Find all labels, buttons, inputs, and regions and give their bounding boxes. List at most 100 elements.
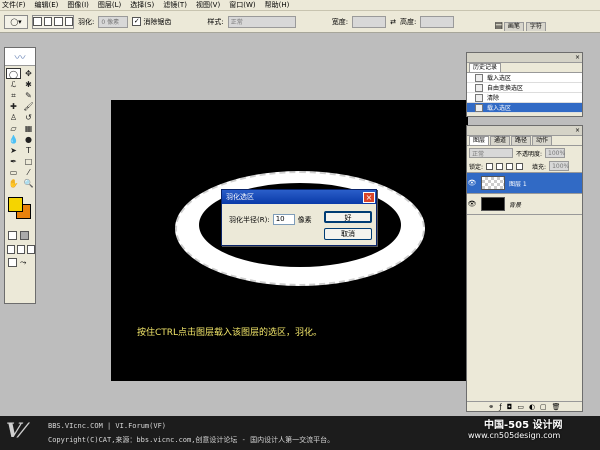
watermark-title: 中国-505 设计网 [484, 420, 563, 431]
lock-all-icon[interactable] [516, 162, 524, 170]
eyedropper-icon[interactable]: ⁄ [21, 167, 36, 178]
trash-icon[interactable]: 🗑 [552, 402, 561, 411]
blend-mode-select[interactable]: 正常 [469, 148, 513, 158]
antialias-option: ✓ 消除锯齿 [132, 17, 171, 27]
menu-layer[interactable]: 图层(L) [98, 0, 121, 11]
dialog-titlebar[interactable]: 羽化选区 × [222, 190, 376, 204]
layer-row[interactable]: 👁 背景 [467, 194, 582, 215]
toolbox-header[interactable]: 〰 [5, 48, 35, 66]
close-icon[interactable]: × [363, 191, 375, 203]
crop-tool-icon[interactable]: ⌗ [6, 90, 21, 101]
blur-tool-icon[interactable]: 💧 [6, 134, 21, 145]
ellipse-marquee-icon: ◯▾ [10, 17, 22, 26]
lock-position-icon[interactable] [506, 162, 514, 170]
menu-view[interactable]: 视图(V) [196, 0, 220, 11]
history-item[interactable]: 清除 [467, 93, 582, 103]
feather-input[interactable]: 0 像素 [98, 15, 129, 28]
screen-mode-standard-icon[interactable] [7, 245, 15, 254]
clone-stamp-icon[interactable]: ♙ [6, 112, 21, 123]
mask-icon[interactable]: ◘ [507, 402, 513, 411]
tab-history[interactable]: 历史记录 [469, 63, 502, 72]
notes-tool-icon[interactable]: ▭ [6, 167, 21, 178]
opacity-input[interactable]: 100% [545, 148, 565, 158]
subtract-selection-icon[interactable] [54, 17, 63, 26]
path-select-icon[interactable]: ➤ [6, 145, 21, 156]
history-state-icon [475, 83, 483, 92]
screen-mode-full-icon[interactable] [27, 245, 35, 254]
tab-layers[interactable]: 图层 [469, 136, 490, 145]
history-brush-icon[interactable]: ↺ [21, 112, 36, 123]
menu-image[interactable]: 图像(I) [67, 0, 89, 11]
menu-file[interactable]: 文件(F) [2, 0, 26, 11]
tool-grid: ◯ ✥ ℒ ✱ ⌗ ✎ ✚ 🖌 ♙ ↺ ▱ ▦ 💧 ● ➤ T ✒ □ ▭ ⁄ … [5, 66, 35, 189]
layers-palette-titlebar[interactable]: × [467, 126, 582, 136]
feather-logo-icon: 〰 [14, 50, 26, 64]
lock-transparency-icon[interactable] [486, 162, 494, 170]
history-item[interactable]: 载入选区 [467, 73, 582, 83]
add-selection-icon[interactable] [43, 17, 52, 26]
standard-mode-icon[interactable] [8, 231, 17, 240]
folder-icon[interactable]: ▭ [517, 402, 524, 411]
slice-tool-icon[interactable]: ✎ [21, 90, 36, 101]
layer-style-icon[interactable]: ƒ [499, 402, 501, 411]
intersect-selection-icon[interactable] [64, 17, 73, 26]
brush-tool-icon[interactable]: 🖌 [21, 101, 36, 112]
close-icon[interactable]: × [575, 54, 580, 61]
layer-name: 图层 1 [509, 180, 527, 188]
ok-button[interactable]: 好 [324, 211, 372, 223]
cancel-button[interactable]: 取消 [324, 228, 372, 240]
gradient-tool-icon[interactable]: ▦ [21, 123, 36, 134]
tab-character[interactable]: 字符 [525, 21, 546, 31]
jump-arrow-icon[interactable]: ⤳ [20, 258, 26, 268]
eraser-tool-icon[interactable]: ▱ [6, 123, 21, 134]
history-item[interactable]: 自由变换选区 [467, 83, 582, 93]
menu-help[interactable]: 帮助(H) [265, 0, 290, 11]
marquee-tool-icon[interactable]: ◯ [6, 68, 21, 79]
adjustment-icon[interactable]: ◐ [529, 402, 535, 411]
new-layer-icon[interactable]: ▢ [540, 402, 547, 411]
screen-mode-full-menu-icon[interactable] [17, 245, 25, 254]
menu-edit[interactable]: 编辑(E) [35, 0, 59, 11]
radius-input[interactable]: 10 [272, 214, 295, 225]
foreground-color-swatch[interactable] [8, 197, 23, 212]
zoom-tool-icon[interactable]: 🔍 [21, 178, 36, 189]
layer-row[interactable]: 👁 图层 1 [467, 173, 582, 194]
eye-icon[interactable]: 👁 [467, 179, 477, 187]
close-icon[interactable]: × [575, 127, 580, 134]
fill-input[interactable]: 100% [549, 161, 569, 171]
eye-icon[interactable]: 👁 [467, 200, 477, 208]
link-icon[interactable]: ⚭ [488, 402, 494, 411]
move-tool-icon[interactable]: ✥ [21, 68, 36, 79]
healing-brush-icon[interactable]: ✚ [6, 101, 21, 112]
imageready-jump-icon[interactable] [8, 258, 17, 267]
shape-tool-icon[interactable]: □ [21, 156, 36, 167]
tab-channels[interactable]: 通道 [490, 136, 511, 145]
menu-filter[interactable]: 滤镜(T) [163, 0, 187, 11]
magic-wand-icon[interactable]: ✱ [21, 79, 36, 90]
width-input[interactable] [352, 15, 387, 28]
lasso-tool-icon[interactable]: ℒ [6, 79, 21, 90]
layer-thumbnail [481, 176, 505, 190]
history-state-icon [475, 73, 483, 82]
style-select[interactable]: 正常 [227, 15, 296, 28]
new-selection-icon[interactable] [33, 17, 42, 26]
history-item[interactable]: 载入选区 [467, 103, 582, 113]
quick-mask-icon[interactable] [20, 231, 29, 240]
menu-window[interactable]: 窗口(W) [229, 0, 255, 11]
canvas-hint-text: 按住CTRL点击图层载入该图层的选区，羽化。 [137, 328, 323, 338]
tab-brushes[interactable]: 画笔 [503, 21, 524, 31]
dodge-tool-icon[interactable]: ● [21, 134, 36, 145]
palette-well-icon[interactable]: ▤ [494, 21, 503, 31]
menu-select[interactable]: 选择(S) [130, 0, 154, 11]
history-palette-titlebar[interactable]: × [467, 53, 582, 63]
hand-tool-icon[interactable]: ✋ [6, 178, 21, 189]
pen-tool-icon[interactable]: ✒ [6, 156, 21, 167]
lock-image-icon[interactable] [496, 162, 504, 170]
tool-preset-picker[interactable]: ◯▾ [4, 14, 28, 29]
tab-actions[interactable]: 动作 [532, 136, 553, 145]
swap-icon[interactable]: ⇄ [390, 18, 396, 26]
tab-paths[interactable]: 路径 [511, 136, 532, 145]
antialias-checkbox[interactable]: ✓ [132, 17, 142, 26]
type-tool-icon[interactable]: T [21, 145, 36, 156]
height-input[interactable] [420, 15, 455, 28]
